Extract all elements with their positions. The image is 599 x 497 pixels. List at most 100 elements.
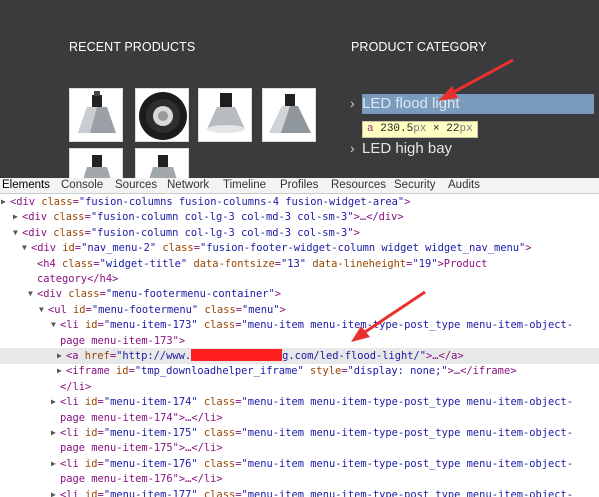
dom-attr-value: "widget-title": [99, 257, 188, 270]
dom-attr-value: "fusion-column col-lg-3 col-md-3 col-sm-…: [90, 226, 354, 239]
product-category-heading: PRODUCT CATEGORY: [351, 40, 487, 54]
dom-attr-value: "fusion-column col-lg-3 col-md-3 col-sm-…: [90, 211, 354, 224]
dom-tag: >: [279, 303, 286, 316]
dom-tag: <div: [31, 242, 63, 255]
dom-node[interactable]: </li>: [0, 379, 599, 395]
tab-resources[interactable]: Resources: [331, 179, 386, 191]
dom-attr-name: class: [204, 303, 236, 316]
dom-node-selected[interactable]: ▶ <a href="http://www. g.com/led-flood-lig…: [0, 348, 599, 364]
dom-text: page menu-item-175">…</li>: [60, 442, 223, 455]
dom-attr-name: data-fontsize: [193, 257, 275, 270]
dom-node[interactable]: ▶ <li id="menu-item-174" class="menu-item…: [0, 394, 599, 410]
collapse-triangle-icon[interactable]: ▶: [51, 394, 59, 410]
tab-elements[interactable]: Elements: [2, 179, 50, 191]
tab-timeline[interactable]: Timeline: [223, 179, 266, 191]
dom-node[interactable]: page menu-item-174">…</li>: [0, 410, 599, 426]
dom-node[interactable]: ▶ <div class="fusion-columns fusion-colum…: [0, 195, 599, 210]
dom-text: category</h4>: [37, 273, 119, 285]
product-thumbnail[interactable]: [198, 88, 252, 142]
dom-attr-value: "menu-item menu-item-type-post_type menu…: [241, 319, 574, 332]
collapse-triangle-icon[interactable]: ▶: [51, 456, 59, 472]
dom-node[interactable]: category</h4>: [0, 271, 599, 287]
dom-attr-name: id: [116, 365, 129, 378]
tab-network[interactable]: Network: [167, 179, 209, 191]
dom-attr-name: id: [85, 457, 98, 470]
collapse-triangle-icon[interactable]: ▶: [51, 487, 59, 497]
dom-node[interactable]: page menu-item-175">…</li>: [0, 440, 599, 456]
dom-node[interactable]: page menu-item-173">: [0, 333, 599, 349]
dom-attr-name: id: [85, 488, 98, 497]
category-item-led-flood-light[interactable]: › LED flood light: [350, 94, 594, 114]
dom-tag: >: [274, 288, 281, 301]
dom-node[interactable]: page menu-item-176">…</li>: [0, 471, 599, 487]
expand-triangle-icon[interactable]: ▼: [28, 286, 36, 302]
tab-audits[interactable]: Audits: [448, 179, 480, 191]
dom-attr-value: "menu-item-174": [103, 396, 198, 409]
dom-node[interactable]: ▼ <li id="menu-item-173" class="menu-item…: [0, 317, 599, 333]
dom-attr-value: "fusion-footer-widget-column widget widg…: [199, 242, 526, 255]
expand-triangle-icon[interactable]: ▼: [39, 302, 47, 318]
dom-node[interactable]: ▼ <div id="nav_menu-2" class="fusion-foot…: [0, 240, 599, 256]
expand-triangle-icon[interactable]: ▼: [13, 225, 21, 241]
dom-attr-value: "menu-item-176": [103, 457, 198, 470]
dom-attr-value: "http://www.: [116, 350, 192, 362]
dom-tag: <a: [66, 350, 85, 362]
dom-attr-name: class: [53, 226, 85, 239]
expand-triangle-icon[interactable]: ▼: [51, 317, 59, 333]
dom-attr-value: g.com/led-flood-light/": [282, 350, 427, 362]
tab-sources[interactable]: Sources: [115, 179, 157, 191]
dom-node[interactable]: ▼ <div class="menu-footermenu-container">: [0, 286, 599, 302]
expand-triangle-icon[interactable]: ▼: [22, 240, 30, 256]
category-item-led-high-bay[interactable]: › LED high bay: [350, 140, 452, 157]
dom-attr-value: "menu": [241, 303, 280, 316]
collapse-triangle-icon[interactable]: ▶: [13, 209, 21, 225]
dom-node[interactable]: <h4 class="widget-title" data-fontsize="…: [0, 256, 599, 272]
dom-attr-value: "menu-item menu-item-type-post_type menu…: [241, 427, 574, 439]
dom-tag: >…</iframe>: [447, 365, 517, 378]
dom-tag: <div: [10, 196, 42, 208]
dom-node[interactable]: ▼ <div class="fusion-column col-lg-3 col-…: [0, 225, 599, 241]
dom-attr-name: id: [85, 427, 98, 439]
dom-tag: <li: [60, 427, 86, 439]
dom-attr-value: "menu-item-175": [103, 427, 198, 439]
ufo-lamp-image: [139, 92, 187, 140]
collapse-triangle-icon[interactable]: ▶: [1, 195, 9, 210]
dom-attr-name: class: [62, 257, 94, 270]
dom-attr-value: "menu-item menu-item-type-post_type menu…: [241, 457, 574, 470]
tab-security[interactable]: Security: [394, 179, 436, 191]
collapse-triangle-icon[interactable]: ▶: [57, 348, 65, 364]
dom-node[interactable]: ▶ <li id="menu-item-175" class="menu-item…: [0, 425, 599, 441]
dom-attr-value: "tmp_downloadhelper_iframe": [134, 365, 304, 378]
dom-tag: <div: [22, 226, 54, 239]
recent-products-heading: RECENT PRODUCTS: [69, 40, 196, 54]
dom-attr-value: "fusion-columns fusion-columns-4 fusion-…: [78, 196, 405, 208]
redaction-box: [191, 349, 283, 361]
category-link[interactable]: LED high bay: [362, 140, 452, 157]
dom-node[interactable]: ▶ <li id="menu-item-177" class="menu-item…: [0, 487, 599, 497]
product-thumbnail[interactable]: [69, 88, 123, 142]
dom-text: </li>: [60, 380, 92, 393]
product-thumbnail[interactable]: [135, 88, 189, 142]
dom-attr-name: class: [203, 319, 236, 332]
site-footer: RECENT PRODUCTS PRODUCT CATEGORY › LED f…: [0, 0, 599, 202]
tab-console[interactable]: Console: [61, 179, 103, 191]
devtools-tab-bar: Elements Console Sources Network Timeline Pro…: [0, 178, 599, 194]
collapse-triangle-icon[interactable]: ▶: [51, 425, 59, 441]
dom-node[interactable]: ▶ <iframe id="tmp_downloadhelper_iframe" …: [0, 363, 599, 379]
dom-node[interactable]: ▶ <div class="fusion-column col-lg-3 col-…: [0, 209, 599, 225]
category-link[interactable]: LED flood light: [362, 94, 594, 114]
dom-attr-value: "19": [412, 257, 438, 270]
tab-profiles[interactable]: Profiles: [280, 179, 318, 191]
element-size-tooltip: a 230.5px × 22px: [362, 121, 478, 138]
collapse-triangle-icon[interactable]: ▶: [57, 363, 65, 379]
dom-attr-name: style: [310, 365, 342, 378]
dom-attr-name: href: [84, 350, 110, 362]
dom-node[interactable]: ▶ <li id="menu-item-176" class="menu-item…: [0, 456, 599, 472]
dom-attr-name: data-lineheight: [312, 257, 407, 270]
dom-tag: <li: [60, 396, 86, 409]
dom-node[interactable]: ▼ <ul id="menu-footermenu" class="menu">: [0, 302, 599, 318]
high-bay-lamp-image: [78, 91, 116, 133]
product-thumbnail[interactable]: [262, 88, 316, 142]
high-bay-lamp-image: [207, 93, 245, 133]
dom-tag: <li: [60, 457, 86, 470]
